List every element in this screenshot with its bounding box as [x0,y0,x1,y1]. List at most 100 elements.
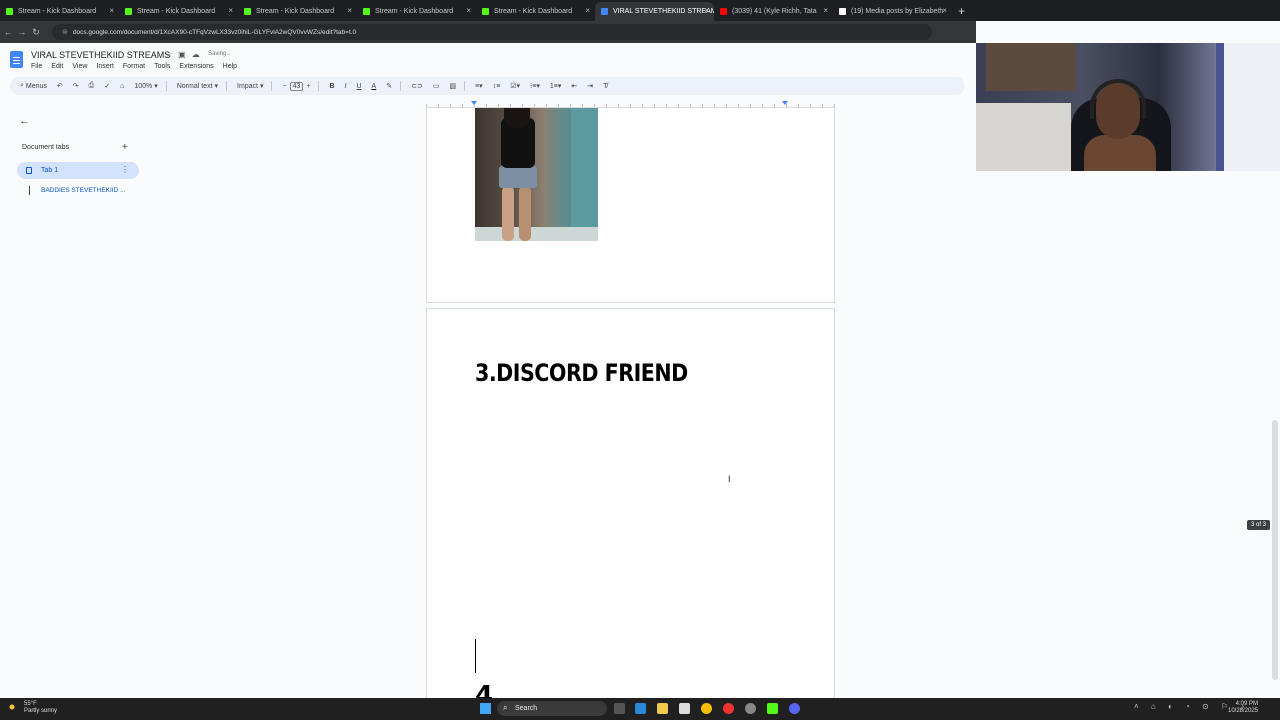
font-size-input[interactable]: 43 [289,81,304,91]
browser-tab[interactable]: Stream - Kick Dashboard × [238,2,357,21]
close-tab-icon[interactable]: × [466,6,471,15]
browser-tab[interactable]: Stream - Kick Dashboard × [476,2,595,21]
close-tab-icon[interactable]: × [585,6,590,15]
browser-tab[interactable]: Stream - Kick Dashboard × [357,2,476,21]
browser-tab[interactable]: Stream - Kick Dashboard × [0,2,119,21]
document-page[interactable] [426,108,835,303]
numbered-list-icon[interactable]: 1≡▾ [550,82,562,90]
url-field[interactable]: ⊜ docs.google.com/document/d/1XcAX90-cTF… [52,24,932,40]
spellcheck-icon[interactable]: ✓ [104,82,110,90]
app-icon[interactable] [745,703,756,714]
photo-door [571,108,598,241]
chrome-icon[interactable] [701,703,712,714]
taskbar-search[interactable]: ⌕ Search [497,701,607,716]
line-spacing-icon[interactable]: ↕≡ [493,83,501,90]
menu-item-extensions[interactable]: Extensions [179,63,213,70]
checklist-icon[interactable]: ☑▾ [510,82,520,90]
increase-size-icon[interactable]: + [306,83,310,90]
close-tab-icon[interactable]: × [347,6,352,15]
menu-item-file[interactable]: File [31,63,42,70]
font-select[interactable]: Impact ▾ [237,82,263,91]
toolbar-divider [464,81,466,91]
forward-icon[interactable]: → [16,27,28,37]
paint-format-icon[interactable]: ⌂ [120,83,124,90]
tab-favicon-icon [482,8,489,15]
text-color-button[interactable]: A [372,83,377,90]
align-icon[interactable]: ≡▾ [475,82,483,90]
star-icon[interactable]: ☆ [165,50,178,59]
redo-icon[interactable]: ↷ [73,82,79,90]
menu-item-edit[interactable]: Edit [51,63,63,70]
more-options-icon[interactable]: ⋮ [121,165,129,174]
menu-item-tools[interactable]: Tools [154,63,170,70]
highlight-icon[interactable]: ✎ [386,82,392,90]
browser-tab-strip: Stream - Kick Dashboard × Stream - Kick Da… [0,0,1280,21]
close-tab-icon[interactable]: × [109,6,114,15]
style-select[interactable]: Normal text ▾ [177,82,218,91]
tab-title: (19) Media posts by Elizabeth [851,8,944,15]
heading-discord-friend[interactable]: 3.DISCORD FRIEND [475,359,688,387]
menu-item-view[interactable]: View [72,63,87,70]
bulleted-list-icon[interactable]: ⁝≡▾ [530,82,540,90]
link-icon[interactable]: ⊂⊃ [411,82,423,90]
reload-icon[interactable]: ↻ [30,27,42,38]
document-page[interactable]: 3.DISCORD FRIEND 4 [426,308,835,711]
browser-tab[interactable]: (3039) 41 (Kyle Richh, Tata × [714,2,833,21]
docs-logo-icon[interactable] [10,51,23,68]
taskbar-search-label: Search [515,705,538,712]
outline-heading-item[interactable]: BADDIES STEVETHEKIID ... [29,186,126,195]
close-tab-icon[interactable]: × [823,6,828,15]
browser-tab[interactable]: (19) Media posts by Elizabeth × [833,2,952,21]
inserted-photo[interactable] [475,108,598,241]
toolbar-divider [271,81,273,91]
site-info-icon[interactable]: ⊜ [62,28,68,36]
increase-indent-icon[interactable]: ⇥ [587,82,593,90]
back-icon[interactable]: ← [2,27,14,37]
store-icon[interactable] [679,703,690,714]
search-menus-button[interactable]: ⌕ Menus [20,82,47,90]
insert-comment-icon[interactable]: ▭ [433,82,440,90]
weather-widget[interactable]: 55°F Partly sunny [24,701,57,715]
document-title[interactable]: VIRAL STEVETHEKIID STREAMS [31,50,170,60]
menu-item-help[interactable]: Help [223,63,237,70]
move-folder-icon[interactable]: ▣ [178,50,192,59]
tab-title: Stream - Kick Dashboard [137,8,216,15]
ruler[interactable] [426,101,835,108]
clock-time: 4:09 PM [1235,701,1259,707]
underline-button[interactable]: U [356,83,361,90]
windows-start-icon[interactable] [480,703,491,714]
discord-icon[interactable] [789,703,800,714]
new-tab-icon[interactable]: + [952,4,965,21]
menu-item-format[interactable]: Format [123,63,145,70]
decrease-indent-icon[interactable]: ⇤ [571,82,577,90]
bold-button[interactable]: B [329,83,334,90]
task-view-icon[interactable] [614,703,625,714]
menu-item-insert[interactable]: Insert [96,63,114,70]
insert-image-icon[interactable]: ▨ [449,82,456,90]
decrease-size-icon[interactable]: − [282,83,286,90]
title-icons: ☆▣☁ [165,50,206,59]
right-indent-marker[interactable] [782,101,788,105]
close-tab-icon[interactable]: × [704,6,709,15]
weather-temp: 55°F [24,701,37,707]
undo-icon[interactable]: ↶ [57,82,63,90]
clear-formatting-icon[interactable]: T̸ [603,83,607,90]
close-tab-icon[interactable]: × [942,6,947,15]
scrollbar[interactable] [1272,420,1278,680]
print-icon[interactable]: ⎙ [89,82,95,90]
kick-icon[interactable] [767,703,778,714]
close-outline-icon[interactable]: ← [19,115,30,127]
sidebar-item-tab-1[interactable]: Tab 1 ⋮ [17,162,139,179]
close-tab-icon[interactable]: × [228,6,233,15]
italic-button[interactable]: I [345,83,347,90]
taskbar-clock[interactable]: 4:09 PM 10/28/2025 [1228,701,1258,715]
browser-tab[interactable]: Stream - Kick Dashboard × [119,2,238,21]
add-tab-button[interactable]: + [122,142,128,153]
file-explorer-icon[interactable] [657,703,668,714]
address-bar-row: ← → ↻ ⊜ docs.google.com/document/d/1XcAX… [0,21,976,43]
browser-tab[interactable]: VIRAL STEVETHEKIID STREAMS × [595,2,714,21]
zoom-select[interactable]: 100% ▾ [134,82,157,91]
copilot-icon[interactable] [635,703,646,714]
obs-icon[interactable] [723,703,734,714]
left-indent-marker[interactable] [471,101,477,105]
